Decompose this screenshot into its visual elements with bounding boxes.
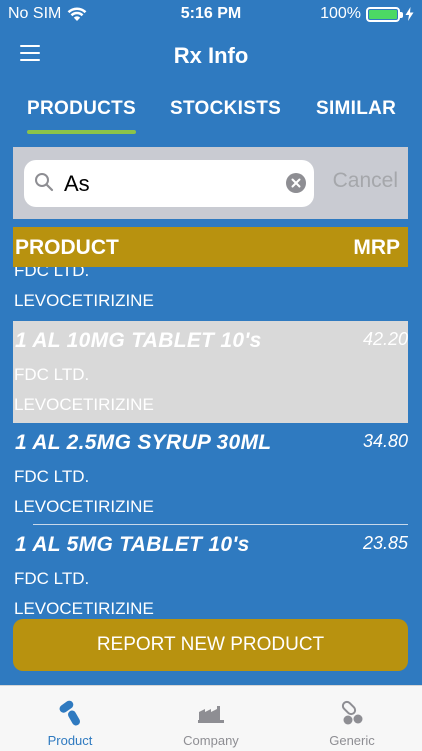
company-name: FDC LTD. bbox=[14, 267, 90, 280]
search-input[interactable] bbox=[64, 160, 274, 207]
navigation-bar: Rx Info bbox=[0, 30, 422, 80]
page-title: Rx Info bbox=[173, 43, 249, 68]
tablets-icon bbox=[341, 700, 363, 725]
search-field[interactable] bbox=[24, 160, 314, 207]
product-name: 1 AL 2.5MG SYRUP 30ML bbox=[15, 431, 272, 454]
column-header-product: PRODUCT bbox=[15, 236, 119, 259]
column-header-mrp: MRP bbox=[353, 236, 400, 259]
bottom-tab-bar: Product Company Generic bbox=[0, 685, 422, 751]
company-name: FDC LTD. bbox=[14, 365, 90, 384]
generic-name: LEVOCETIRIZINE bbox=[14, 395, 154, 414]
list-item[interactable]: 1 AL 5MG TABLET 10's 23.85 FDC LTD. LEVO… bbox=[13, 525, 408, 615]
generic-name: LEVOCETIRIZINE bbox=[14, 599, 154, 615]
status-bar: No SIM 5:16 PM 100% bbox=[0, 0, 422, 30]
search-bar: Cancel bbox=[13, 147, 408, 219]
product-mrp: 42.20 bbox=[362, 329, 408, 349]
top-tabs: PRODUCTS STOCKISTS SIMILAR bbox=[0, 90, 422, 136]
battery-percent: 100% bbox=[320, 5, 361, 22]
tab-stockists[interactable]: STOCKISTS bbox=[170, 98, 281, 120]
battery-group: 100% bbox=[320, 5, 414, 23]
clear-search-icon[interactable] bbox=[286, 173, 306, 193]
tabbar-label-generic: Generic bbox=[329, 733, 375, 748]
tab-products[interactable]: PRODUCTS bbox=[27, 98, 136, 120]
product-name: 1 AL 10MG TABLET 10's bbox=[15, 329, 262, 352]
list-item[interactable]: 1 AL 2.5MG SYRUP 30ML 34.80 FDC LTD. LEV… bbox=[13, 423, 408, 525]
table-header: PRODUCT MRP bbox=[13, 227, 408, 267]
active-tab-indicator bbox=[27, 130, 136, 134]
tabbar-item-company[interactable]: Company bbox=[141, 686, 281, 751]
battery-icon bbox=[366, 6, 403, 22]
charging-bolt-icon bbox=[405, 7, 414, 21]
report-new-product-button[interactable]: REPORT NEW PRODUCT bbox=[13, 619, 408, 671]
factory-icon bbox=[198, 706, 224, 723]
pills-icon bbox=[59, 700, 80, 726]
product-mrp: 23.85 bbox=[362, 533, 408, 553]
product-name: 1 AL 5MG TABLET 10's bbox=[15, 533, 250, 556]
tabbar-item-generic[interactable]: Generic bbox=[282, 686, 422, 751]
search-icon bbox=[35, 173, 54, 192]
company-name: FDC LTD. bbox=[14, 467, 90, 486]
tab-similar[interactable]: SIMILAR bbox=[316, 98, 396, 120]
generic-name: LEVOCETIRIZINE bbox=[14, 291, 154, 310]
list-item[interactable]: FDC LTD. LEVOCETIRIZINE bbox=[13, 267, 408, 319]
company-name: FDC LTD. bbox=[14, 569, 90, 588]
tabbar-label-company: Company bbox=[183, 733, 239, 748]
tabbar-item-product[interactable]: Product bbox=[0, 686, 140, 751]
generic-name: LEVOCETIRIZINE bbox=[14, 497, 154, 516]
product-mrp: 34.80 bbox=[362, 431, 408, 451]
list-item-selected[interactable]: 1 AL 10MG TABLET 10's 42.20 FDC LTD. LEV… bbox=[13, 321, 408, 423]
tabbar-label-product: Product bbox=[47, 733, 93, 748]
cancel-button[interactable]: Cancel bbox=[333, 169, 398, 193]
product-list: FDC LTD. LEVOCETIRIZINE 1 AL 10MG TABLET… bbox=[13, 267, 408, 615]
